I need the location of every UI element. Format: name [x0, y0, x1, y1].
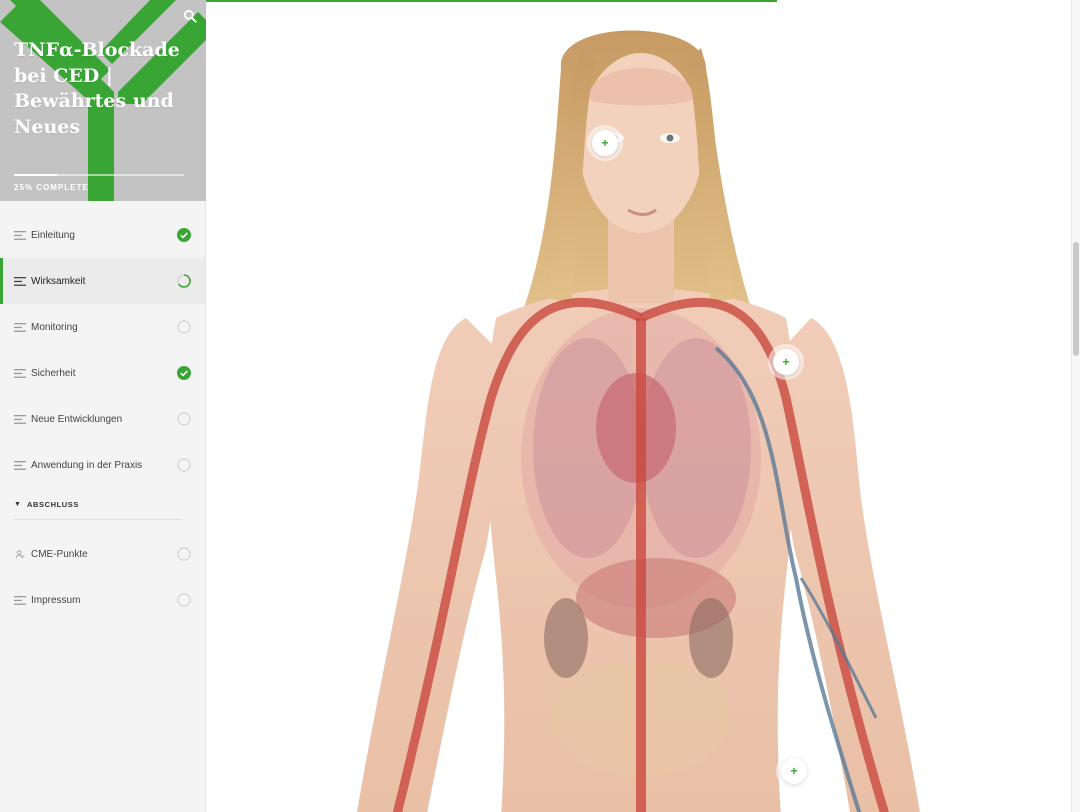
sidebar: TNFα-Blockade bei CED | Bewährtes und Ne… [0, 0, 206, 812]
anatomy-figure [357, 30, 920, 812]
nav-item-label: Neue Entwicklungen [31, 413, 123, 425]
nav-item-cme-punkte[interactable]: CME-Punkte [0, 531, 205, 577]
course-progress-fill [14, 174, 57, 176]
not-started-icon [177, 458, 191, 472]
nav-item-einleitung[interactable]: Einleitung [0, 212, 205, 258]
nav-item-label: Wirksamkeit [31, 275, 86, 287]
course-header: TNFα-Blockade bei CED | Bewährtes und Ne… [0, 0, 206, 201]
plus-icon: + [601, 136, 609, 150]
section-label: ABSCHLUSS [26, 499, 80, 509]
nav-item-label: Impressum [31, 594, 81, 606]
not-started-icon [177, 547, 191, 561]
lines-icon [14, 368, 26, 378]
lines-icon [14, 414, 26, 424]
lines-icon [14, 595, 26, 605]
not-started-icon [177, 593, 191, 607]
nav-item-anwendung[interactable]: Anwendung in der Praxis [0, 442, 205, 488]
nav-item-label: Einleitung [31, 229, 75, 241]
scrollbar-thumb[interactable] [1073, 242, 1079, 356]
in-progress-icon [177, 274, 191, 288]
divider [14, 519, 183, 520]
nav-item-impressum[interactable]: Impressum [0, 577, 205, 623]
plus-icon: + [782, 355, 790, 369]
lesson-content: + + + [206, 0, 1071, 812]
caret-down-icon: ▼ [14, 500, 21, 508]
lesson-progress-fill [206, 0, 777, 2]
search-icon[interactable] [183, 9, 197, 23]
lesson-nav: Einleitung Wirksamkeit Monitoring Sicher… [0, 201, 205, 623]
not-started-icon [177, 412, 191, 426]
lines-icon [14, 460, 26, 470]
plus-icon: + [790, 764, 798, 778]
nav-item-label: Monitoring [31, 321, 78, 333]
lines-icon [14, 322, 26, 332]
course-progress-bar [14, 174, 184, 176]
hotspot-shoulder[interactable]: + [773, 349, 799, 375]
check-complete-icon [177, 366, 191, 380]
lines-icon [14, 230, 26, 240]
section-toggle-abschluss[interactable]: ▼ ABSCHLUSS [0, 488, 205, 520]
nav-item-label: Anwendung in der Praxis [31, 459, 143, 471]
scrollbar[interactable] [1071, 0, 1080, 812]
hotspot-abdomen[interactable]: + [781, 758, 807, 784]
check-complete-icon [177, 228, 191, 242]
nav-item-monitoring[interactable]: Monitoring [0, 304, 205, 350]
hotspot-head[interactable]: + [592, 130, 618, 156]
nav-item-label: Sicherheit [31, 367, 76, 379]
lines-icon [14, 276, 26, 286]
nav-item-sicherheit[interactable]: Sicherheit [0, 350, 205, 396]
course-title: TNFα-Blockade bei CED | Bewährtes und Ne… [14, 39, 180, 138]
app: TNFα-Blockade bei CED | Bewährtes und Ne… [0, 0, 1080, 812]
nav-item-neue-entwicklungen[interactable]: Neue Entwicklungen [0, 396, 205, 442]
course-progress-label: 25% COMPLETE [14, 183, 89, 192]
lesson-progress-bar [206, 0, 1071, 2]
user-icon [15, 549, 25, 558]
nav-item-wirksamkeit[interactable]: Wirksamkeit [0, 258, 205, 304]
not-started-icon [177, 320, 191, 334]
nav-item-label: CME-Punkte [31, 548, 88, 560]
